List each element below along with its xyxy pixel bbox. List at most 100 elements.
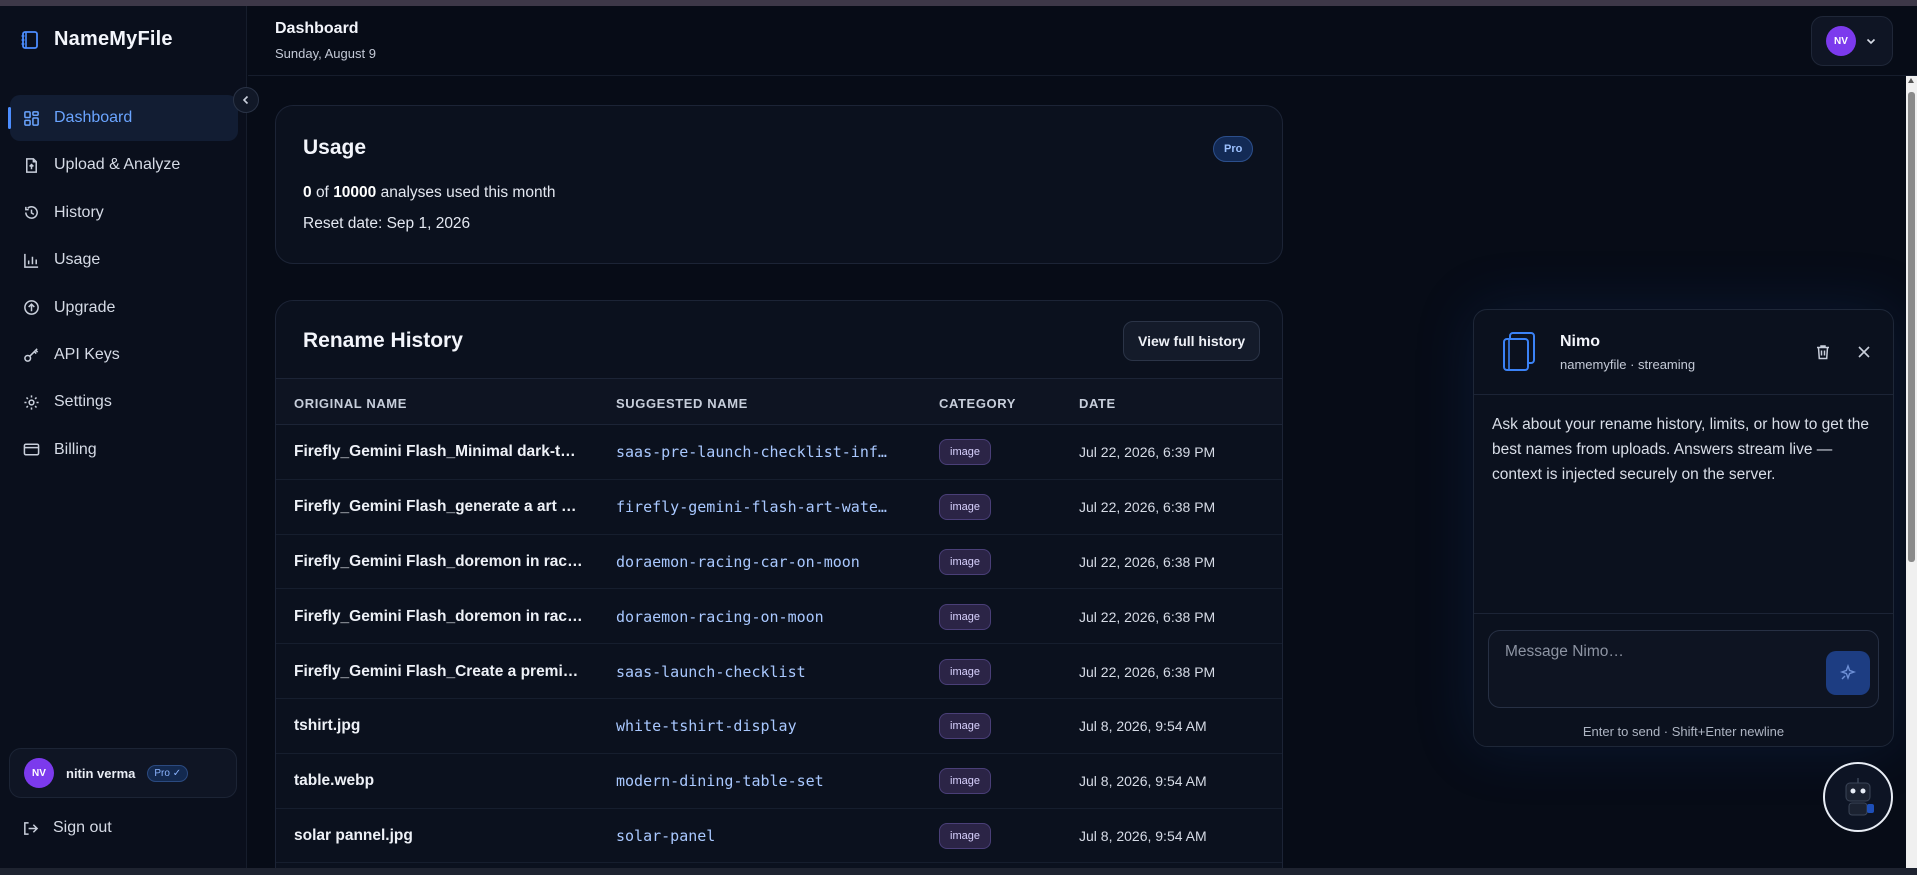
scroll-up-arrow-icon[interactable] xyxy=(1908,78,1914,83)
suggested-name-cell: solar-panel xyxy=(616,809,906,864)
table-row[interactable]: Firefly_Gemini Flash_generate a art … fir… xyxy=(276,480,1282,535)
sidebar-item-history[interactable]: History xyxy=(10,190,238,236)
table-body: Firefly_Gemini Flash_Minimal dark-th… saa… xyxy=(276,425,1282,864)
original-name: Firefly_Gemini Flash_Create a premiu… xyxy=(294,662,584,680)
table-row[interactable]: solar pannel.jpg solar-panel image Jul 8, 2… xyxy=(276,809,1282,864)
collapse-sidebar-button[interactable] xyxy=(233,87,259,113)
column-header-original[interactable]: ORIGINAL NAME xyxy=(294,396,407,411)
trash-icon[interactable] xyxy=(1814,343,1832,361)
close-icon[interactable] xyxy=(1855,343,1873,361)
assistant-status: namemyfile · streaming xyxy=(1560,357,1696,372)
original-name-cell: Firefly_Gemini Flash_doremon in raci… xyxy=(294,535,584,590)
chat-panel: Nimo namemyfile · streaming Ask about yo… xyxy=(1473,309,1894,747)
account-menu-button[interactable]: NV xyxy=(1811,16,1893,66)
chat-input-box[interactable] xyxy=(1488,630,1879,708)
category-cell: image xyxy=(939,809,991,864)
date-cell: Jul 22, 2026, 6:38 PM xyxy=(1079,553,1216,570)
category-badge: image xyxy=(939,768,991,795)
original-name-cell: tshirt.jpg xyxy=(294,699,584,754)
usage-of: of xyxy=(315,184,329,201)
sidebar-item-label: Billing xyxy=(54,440,97,458)
gear-icon xyxy=(24,395,39,410)
credit-card-icon xyxy=(23,443,40,456)
history-icon xyxy=(25,206,38,220)
table-row[interactable]: Firefly_Gemini Flash_Create a premiu… saa… xyxy=(276,644,1282,699)
suggested-name: firefly-gemini-flash-art-wate… xyxy=(616,498,887,517)
category-badge: image xyxy=(939,822,991,849)
suggested-name: doraemon-racing-on-moon xyxy=(616,607,824,626)
column-header-category[interactable]: CATEGORY xyxy=(939,396,1016,411)
assistant-launcher-button[interactable] xyxy=(1823,762,1893,832)
suggested-name-cell: modern-dining-table-set xyxy=(616,754,906,809)
original-name-cell: solar pannel.jpg xyxy=(294,809,584,864)
category-badge: image xyxy=(939,713,991,740)
sidebar-item-dashboard[interactable]: Dashboard xyxy=(8,95,238,141)
original-name-cell: table.webp xyxy=(294,754,584,809)
category-cell: image xyxy=(939,754,991,809)
suggested-name: modern-dining-table-set xyxy=(616,772,824,791)
category-badge: image xyxy=(939,658,991,685)
top-header: Dashboard Sunday, August 9 NV xyxy=(248,6,1917,76)
suggested-name-cell: saas-launch-checklist xyxy=(616,644,906,699)
suggested-name: doraemon-racing-car-on-moon xyxy=(616,552,860,571)
brand[interactable]: NameMyFile xyxy=(20,28,173,51)
original-name: Firefly_Gemini Flash_doremon in raci… xyxy=(294,552,584,570)
robot-icon xyxy=(1845,778,1874,816)
arrow-up-circle-icon xyxy=(24,300,39,315)
suggested-name-cell: firefly-gemini-flash-art-wate… xyxy=(616,480,906,535)
chat-message-input[interactable] xyxy=(1505,643,1805,661)
original-name-cell: Firefly_Gemini Flash_doremon in raci… xyxy=(294,589,584,644)
category-badge: image xyxy=(939,548,991,575)
date-cell: Jul 22, 2026, 6:38 PM xyxy=(1079,663,1216,680)
suggested-name-cell: doraemon-racing-car-on-moon xyxy=(616,535,906,590)
table-row[interactable]: Firefly_Gemini Flash_doremon in raci… dor… xyxy=(276,589,1282,645)
sidebar-item-api-keys[interactable]: API Keys xyxy=(10,332,238,378)
usage-suffix: analyses used this month xyxy=(380,184,556,201)
file-upload-icon xyxy=(26,158,37,173)
page-scrollbar[interactable] xyxy=(1906,76,1917,868)
chat-intro-message: Ask about your rename history, limits, o… xyxy=(1492,416,1870,483)
usage-card: Usage Pro 0 of 10000 analyses used this … xyxy=(275,105,1283,264)
usage-title: Usage xyxy=(303,136,367,159)
sidebar-item-label: API Keys xyxy=(54,345,120,363)
table-row[interactable]: tshirt.jpg white-tshirt-display image Jul 8… xyxy=(276,699,1282,754)
rename-history-card: Rename History View full history ORIGINA… xyxy=(275,300,1283,875)
sidebar-item-label: Upgrade xyxy=(54,298,116,316)
sidebar-item-billing[interactable]: Billing xyxy=(10,427,238,473)
user-name: nitin verma xyxy=(66,765,136,781)
sidebar-item-usage[interactable]: Usage xyxy=(10,237,238,283)
scrollbar-thumb[interactable] xyxy=(1908,92,1915,562)
original-name-cell: Firefly_Gemini Flash_Minimal dark-th… xyxy=(294,425,584,480)
usage-limit: 10000 xyxy=(333,184,377,201)
sidebar-item-label: Settings xyxy=(54,393,112,411)
sign-out-button[interactable]: Sign out xyxy=(22,819,112,837)
table-row[interactable]: Firefly_Gemini Flash_Minimal dark-th… saa… xyxy=(276,425,1282,480)
table-row[interactable]: Firefly_Gemini Flash_doremon in raci… dor… xyxy=(276,535,1282,590)
category-badge: image xyxy=(939,494,991,521)
category-cell: image xyxy=(939,425,991,480)
sidebar-item-settings[interactable]: Settings xyxy=(10,379,238,425)
send-button[interactable] xyxy=(1826,651,1870,695)
table-row[interactable]: table.webp modern-dining-table-set image Ju… xyxy=(276,754,1282,809)
suggested-name: saas-pre-launch-checklist-inf… xyxy=(616,443,887,462)
category-badge: image xyxy=(939,439,991,466)
os-taskbar-strip xyxy=(0,868,1917,875)
usage-used: 0 xyxy=(303,184,312,201)
chat-footer: Enter to send · Shift+Enter newline xyxy=(1474,613,1893,747)
sidebar-item-label: History xyxy=(54,203,104,221)
suggested-name: solar-panel xyxy=(616,826,716,845)
sidebar-item-upload-analyze[interactable]: Upload & Analyze xyxy=(10,142,238,188)
sidebar: NameMyFile Dashboard Upload & Analyze Hi… xyxy=(0,6,247,868)
usage-count: 0 of 10000 analyses used this month xyxy=(303,184,556,202)
sidebar-item-label: Usage xyxy=(54,251,101,269)
suggested-name-cell: white-tshirt-display xyxy=(616,699,906,754)
column-header-date[interactable]: DATE xyxy=(1079,396,1116,411)
history-title: Rename History xyxy=(303,329,463,352)
column-header-suggested[interactable]: SUGGESTED NAME xyxy=(616,396,748,411)
category-cell: image xyxy=(939,699,991,754)
view-full-history-button[interactable]: View full history xyxy=(1123,321,1261,361)
user-card[interactable]: NV nitin verma Pro ✓ xyxy=(9,748,237,798)
sidebar-item-upgrade[interactable]: Upgrade xyxy=(10,285,238,331)
original-name: Firefly_Gemini Flash_Minimal dark-th… xyxy=(294,443,584,461)
original-name-cell: Firefly_Gemini Flash_generate a art … xyxy=(294,480,584,535)
